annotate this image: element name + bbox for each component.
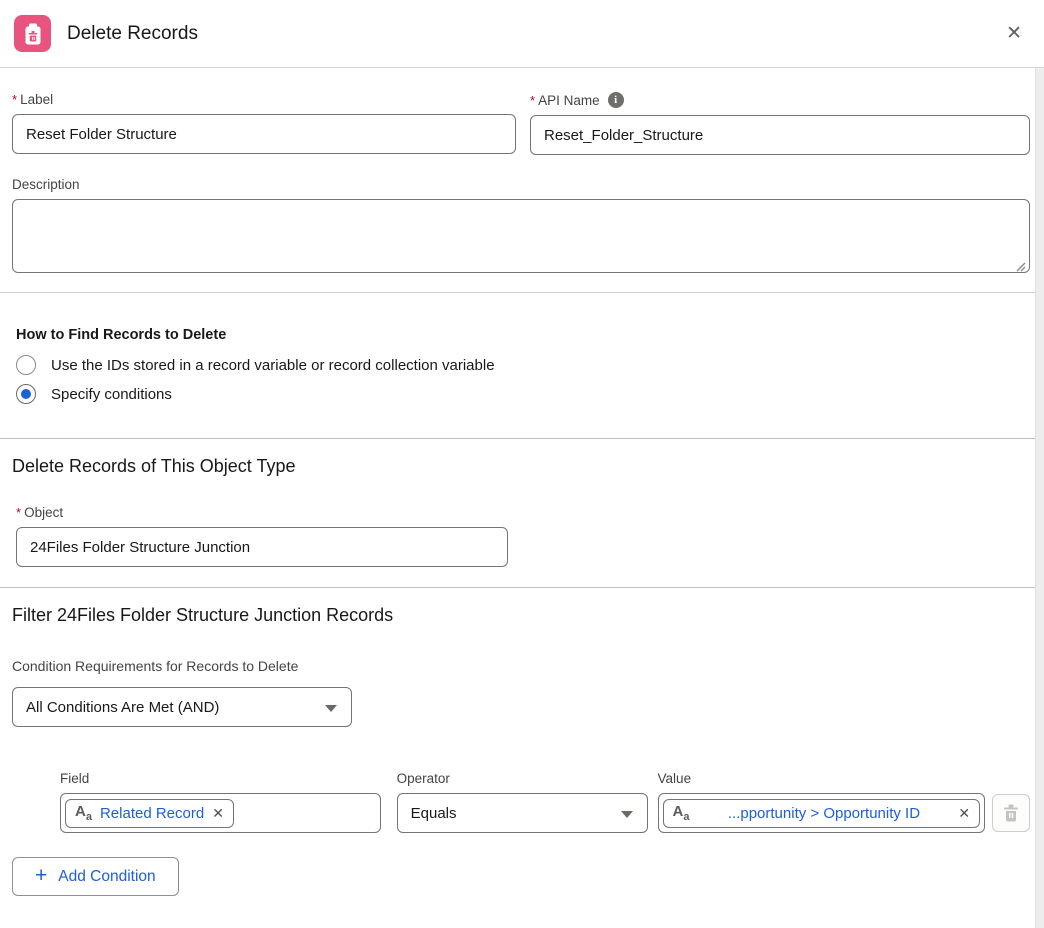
radio-button[interactable] bbox=[16, 384, 36, 404]
condition-value-group: Value Aa ...pportunity > Opportunity ID … bbox=[658, 771, 986, 833]
radio-option-ids-variable[interactable]: Use the IDs stored in a record variable … bbox=[16, 355, 1030, 375]
add-condition-label: Add Condition bbox=[58, 868, 155, 886]
condition-row: Field Aa Related Record ✕ Operator Equal… bbox=[60, 771, 1030, 833]
object-field-group: * Object bbox=[16, 505, 1030, 567]
description-field-group: Description bbox=[12, 177, 1030, 278]
api-name-input[interactable] bbox=[530, 115, 1030, 155]
plus-icon: + bbox=[35, 865, 47, 886]
condition-requirements-label: Condition Requirements for Records to De… bbox=[12, 654, 342, 678]
add-condition-button[interactable]: + Add Condition bbox=[12, 857, 179, 896]
api-name-field-group: * API Name i bbox=[530, 92, 1030, 155]
required-marker: * bbox=[16, 505, 21, 520]
chevron-down-icon bbox=[325, 705, 337, 712]
label-input[interactable] bbox=[12, 114, 516, 154]
description-textarea[interactable] bbox=[12, 199, 1030, 273]
close-icon[interactable]: ✕ bbox=[1002, 20, 1026, 47]
description-label: Description bbox=[12, 177, 1030, 192]
object-section-heading: Delete Records of This Object Type bbox=[12, 439, 1030, 477]
remove-icon[interactable]: ✕ bbox=[212, 806, 224, 820]
object-input[interactable] bbox=[16, 527, 508, 567]
filter-section-heading: Filter 24Files Folder Structure Junction… bbox=[12, 588, 1030, 626]
value-combobox[interactable]: Aa ...pportunity > Opportunity ID ✕ bbox=[658, 793, 986, 833]
required-marker: * bbox=[530, 93, 535, 108]
value-column-label: Value bbox=[658, 771, 986, 786]
dialog-header: Delete Records ✕ bbox=[0, 0, 1044, 68]
find-records-heading: How to Find Records to Delete bbox=[16, 327, 1030, 343]
find-records-section: How to Find Records to Delete Use the ID… bbox=[12, 293, 1030, 438]
condition-field-group: Field Aa Related Record ✕ bbox=[60, 771, 381, 833]
trash-icon bbox=[1002, 803, 1020, 823]
scrollbar-track[interactable] bbox=[1035, 68, 1044, 928]
value-pill[interactable]: Aa ...pportunity > Opportunity ID ✕ bbox=[663, 799, 981, 828]
remove-icon[interactable]: ✕ bbox=[958, 806, 970, 820]
condition-operator-group: Operator Equals bbox=[397, 771, 648, 833]
dialog-title: Delete Records bbox=[67, 23, 198, 45]
text-type-icon: Aa bbox=[673, 804, 690, 823]
dialog-body: * Label * API Name i Description How bbox=[0, 92, 1044, 896]
operator-select[interactable]: Equals bbox=[397, 793, 648, 833]
required-marker: * bbox=[12, 92, 17, 107]
operator-value: Equals bbox=[411, 805, 457, 822]
operator-column-label: Operator bbox=[397, 771, 648, 786]
field-column-label: Field bbox=[60, 771, 381, 786]
condition-requirements-value: All Conditions Are Met (AND) bbox=[26, 699, 219, 716]
record-delete-icon bbox=[14, 15, 51, 52]
delete-condition-button[interactable] bbox=[992, 794, 1030, 832]
name-row: * Label * API Name i bbox=[12, 92, 1030, 155]
radio-option-label: Use the IDs stored in a record variable … bbox=[51, 357, 495, 374]
value-pill-label: ...pportunity > Opportunity ID bbox=[728, 805, 920, 822]
label-field-group: * Label bbox=[12, 92, 516, 155]
condition-requirements-select[interactable]: All Conditions Are Met (AND) bbox=[12, 687, 352, 727]
text-type-icon: Aa bbox=[75, 804, 92, 823]
info-icon[interactable]: i bbox=[608, 92, 624, 108]
label-field-label: * Label bbox=[12, 92, 516, 107]
api-name-field-label: * API Name i bbox=[530, 92, 1030, 108]
radio-option-specify-conditions[interactable]: Specify conditions bbox=[16, 384, 1030, 404]
radio-option-label: Specify conditions bbox=[51, 386, 172, 403]
object-field-label: * Object bbox=[16, 505, 1030, 520]
chevron-down-icon bbox=[621, 811, 633, 818]
field-pill-label: Related Record bbox=[100, 805, 204, 822]
field-pill[interactable]: Aa Related Record ✕ bbox=[65, 799, 234, 828]
radio-button[interactable] bbox=[16, 355, 36, 375]
field-combobox[interactable]: Aa Related Record ✕ bbox=[60, 793, 381, 833]
